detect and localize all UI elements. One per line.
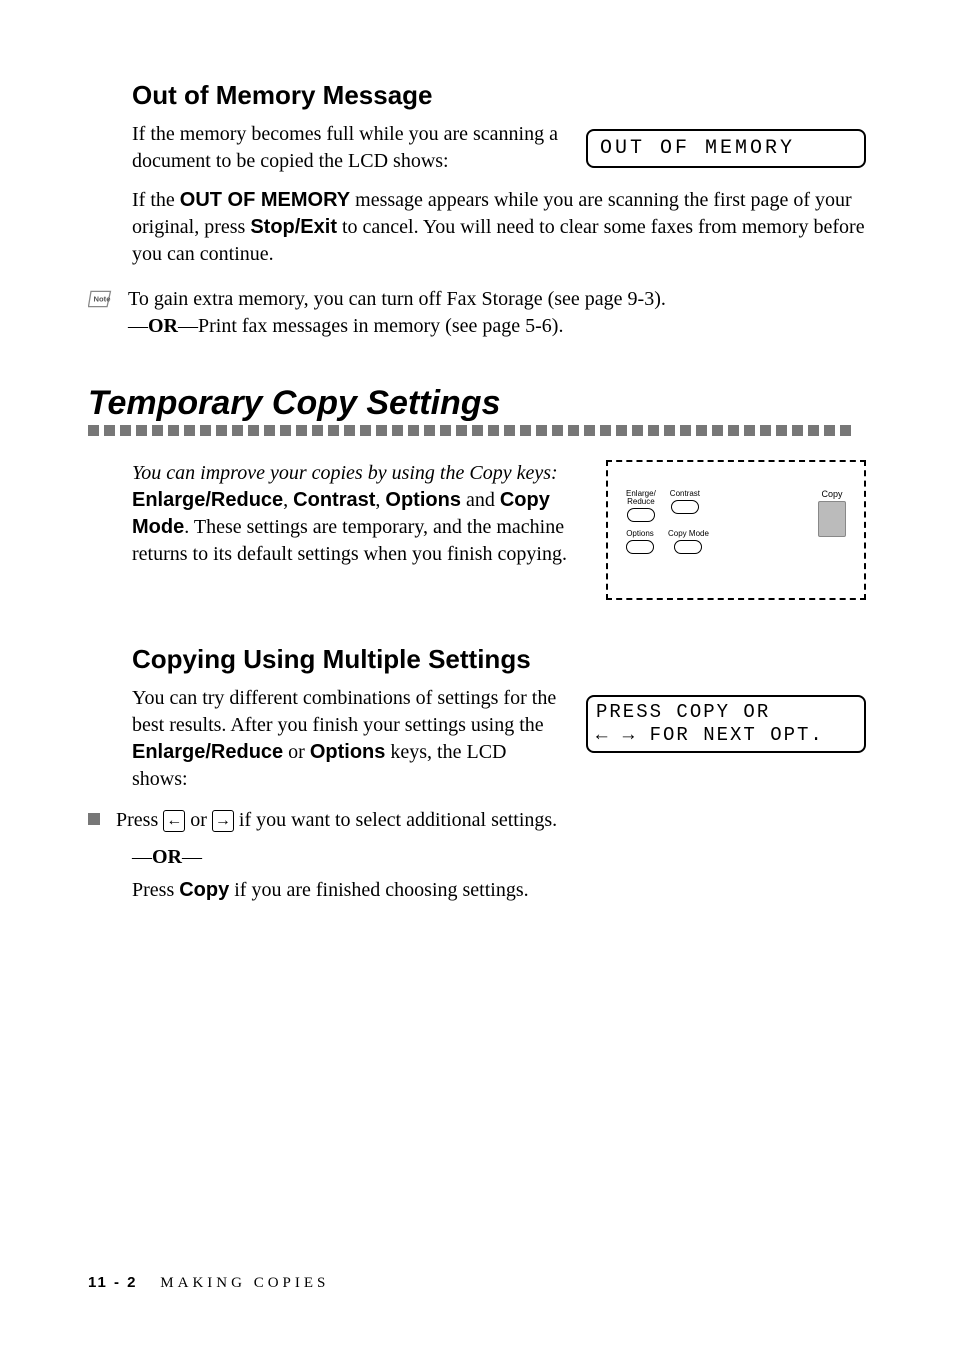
copymode-button-icon [674,540,702,554]
panel-copymode: Copy Mode [668,530,709,554]
left-arrow-key-icon: ← [163,810,185,832]
note-row: Note To gain extra memory, you can turn … [88,286,866,340]
panel-options: Options [626,530,654,554]
note-text: To gain extra memory, you can turn off F… [128,286,666,340]
temp-b2: Contrast [293,489,375,511]
copy-button-icon [818,501,846,537]
panel-copy-label: Copy [821,490,842,499]
para2-bold1: OUT OF MEMORY [180,189,350,211]
panel-options-label: Options [626,530,654,538]
para3-text: You can try different combinations of se… [132,685,566,793]
bullet1-b: or [185,809,212,831]
para4-b: Copy [179,879,229,901]
para4-a: Press [132,879,179,901]
copy-panel-illustration: Enlarge/ Reduce Contrast Options Copy Mo… [606,460,866,600]
note-line2: —Print fax messages in memory (see page … [178,315,563,337]
temp-italic: You can improve your copies by using the… [132,462,558,484]
lcd-display-1: OUT OF MEMORY [586,129,866,168]
para4: Press Copy if you are finished choosing … [132,879,866,902]
temp-text: You can improve your copies by using the… [132,460,582,568]
main-heading-temporary-copy: Temporary Copy Settings [88,384,866,423]
panel-enlarge-reduce: Enlarge/ Reduce [626,490,656,522]
bullet1-c: if you want to select additional setting… [234,809,557,831]
page-number: 11 - 2 [88,1274,138,1291]
para3-b1: Enlarge/Reduce [132,741,283,763]
panel-copy: Copy [818,490,846,537]
para3-a: You can try different combinations of se… [132,687,556,736]
panel-enlarge-label: Enlarge/ Reduce [626,490,656,506]
page-footer: 11 - 2 MAKING COPIES [88,1274,329,1292]
para3-mid: or [283,741,310,763]
para4-c: if you are finished choosing settings. [229,879,528,901]
panel-copymode-label: Copy Mode [668,530,709,538]
heading-divider [88,425,866,436]
panel-contrast: Contrast [670,490,700,522]
options-button-icon [626,540,654,554]
para2-pre: If the [132,189,180,211]
para3-row: You can try different combinations of se… [132,685,866,793]
heading-multiple-settings: Copying Using Multiple Settings [132,644,866,675]
note-line1: To gain extra memory, you can turn off F… [128,288,666,310]
note-icon: Note [88,288,116,310]
temp-b1: Enlarge/Reduce [132,489,283,511]
note-dash: — [128,315,148,337]
bullet-row-1: Press ← or → if you want to select addit… [88,807,866,834]
lcd-display-2: PRESS COPY OR ← → FOR NEXT OPT. [586,695,866,753]
temp-and: and [461,489,500,511]
para1-text: If the memory becomes full while you are… [132,121,566,175]
para2-bold2: Stop/Exit [250,216,337,238]
temp-b3: Options [385,489,461,511]
panel-contrast-label: Contrast [670,490,700,498]
temp-row: You can improve your copies by using the… [132,460,866,600]
heading-out-of-memory: Out of Memory Message [132,80,866,111]
bullet1-a: Press [116,809,163,831]
temp-rest: . These settings are temporary, and the … [132,516,567,565]
para1-row: If the memory becomes full while you are… [132,121,866,175]
or-line-2: —OR— [132,846,866,869]
para3-b2: Options [310,741,386,763]
enlarge-reduce-button-icon [627,508,655,522]
lcd2-line1: PRESS COPY OR [596,701,856,724]
chapter-title: MAKING COPIES [160,1275,329,1291]
bullet1-text: Press ← or → if you want to select addit… [116,807,557,834]
para2: If the OUT OF MEMORY message appears whi… [132,187,866,268]
note-or: OR [148,315,178,337]
svg-text:Note: Note [94,295,111,304]
bullet-icon [88,813,100,825]
contrast-button-icon [671,500,699,514]
lcd2-line2: ← → FOR NEXT OPT. [596,724,856,747]
or2: OR [152,846,182,868]
right-arrow-key-icon: → [212,810,234,832]
